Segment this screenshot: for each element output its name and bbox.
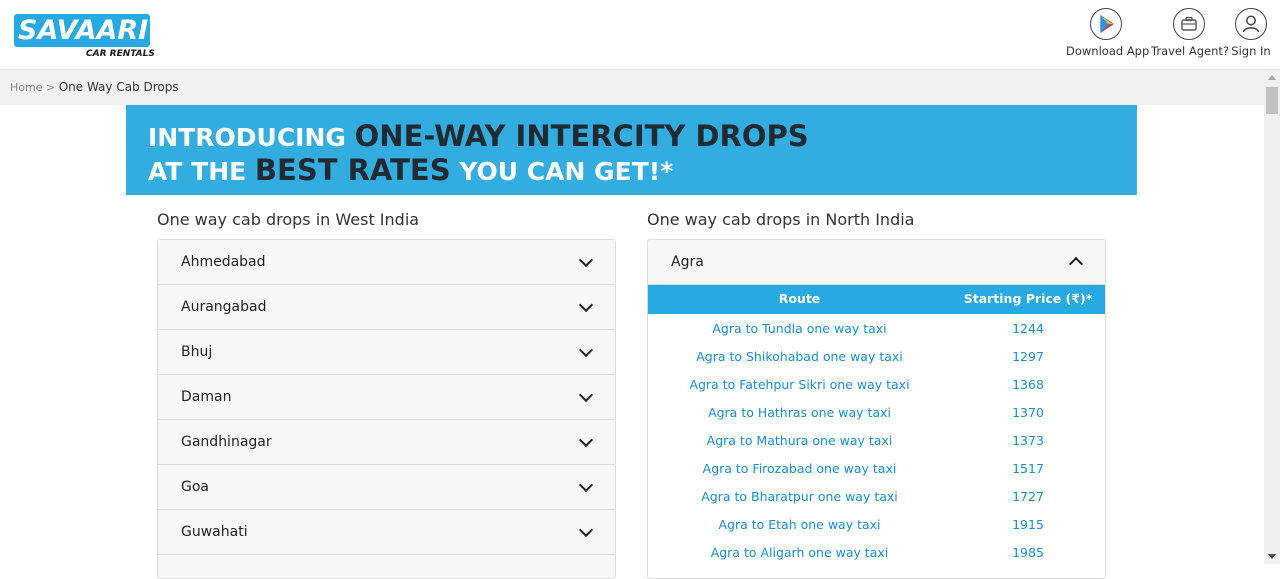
banner-text: INTRODUCING [148, 123, 355, 152]
city-name: Ahmedabad [181, 254, 266, 270]
accordion-item-ahmedabad[interactable]: Ahmedabad [158, 240, 615, 285]
table-row: Agra to Fatehpur Sikri one way taxi 1368 [648, 370, 1105, 398]
download-app-button[interactable]: Download App [1066, 8, 1150, 64]
breadcrumb-current: One Way Cab Drops [58, 80, 179, 94]
route-link[interactable]: Agra to Aligarh one way taxi [648, 545, 951, 560]
column-header-price: Starting Price (₹)* [963, 291, 1093, 306]
banner-line-1: INTRODUCING ONE-WAY INTERCITY DROPS [148, 119, 809, 153]
sign-in-button[interactable]: Sign In [1230, 8, 1272, 64]
north-india-title: One way cab drops in North India [647, 210, 915, 229]
chevron-down-icon [578, 387, 594, 403]
sign-in-label: Sign In [1231, 44, 1271, 58]
route-price: 1727 [1012, 489, 1044, 504]
route-link[interactable]: Agra to Fatehpur Sikri one way taxi [648, 377, 951, 392]
route-price: 1915 [1012, 517, 1044, 532]
route-price: 1517 [1012, 461, 1044, 476]
banner-text: YOU CAN GET!* [450, 157, 674, 186]
accordion-item-gandhinagar[interactable]: Gandhinagar [158, 420, 615, 465]
travel-agent-button[interactable]: Travel Agent? [1151, 8, 1229, 64]
route-link[interactable]: Agra to Tundla one way taxi [648, 321, 951, 336]
play-store-icon [1090, 8, 1122, 40]
user-icon [1235, 8, 1267, 40]
route-price: 1368 [1012, 377, 1044, 392]
banner-highlight: BEST RATES [254, 153, 451, 187]
table-row: Agra to Firozabad one way taxi 1517 [648, 454, 1105, 482]
table-row: Agra to Tundla one way taxi 1244 [648, 314, 1105, 342]
breadcrumb-separator: > [45, 81, 56, 94]
route-price: 1985 [1012, 545, 1044, 560]
table-row: Agra to Shikohabad one way taxi 1297 [648, 342, 1105, 370]
accordion-item-goa[interactable]: Goa [158, 465, 615, 510]
city-name: Daman [181, 389, 232, 405]
chevron-down-icon [578, 522, 594, 538]
table-row: Agra to Aligarh one way taxi 1985 [648, 538, 1105, 566]
chevron-down-icon [578, 342, 594, 358]
route-link[interactable]: Agra to Shikohabad one way taxi [648, 349, 951, 364]
city-name: Guwahati [181, 524, 248, 540]
city-name: Goa [181, 479, 209, 495]
route-link[interactable]: Agra to Hathras one way taxi [648, 405, 951, 420]
route-link[interactable]: Agra to Etah one way taxi [648, 517, 951, 532]
chevron-down-icon [578, 477, 594, 493]
scroll-up-arrow-icon[interactable] [1268, 75, 1276, 80]
banner-text: AT THE [148, 157, 255, 186]
route-table-header: Route Starting Price (₹)* [648, 285, 1105, 314]
accordion-item-agra[interactable]: Agra [648, 240, 1105, 285]
route-link[interactable]: Agra to Mathura one way taxi [648, 433, 951, 448]
breadcrumb: Home > One Way Cab Drops [0, 70, 1264, 105]
table-row: Agra to Mathura one way taxi 1373 [648, 426, 1105, 454]
scroll-down-arrow-icon[interactable] [1268, 554, 1276, 559]
route-price: 1244 [1012, 321, 1044, 336]
site-header: SAVAARI CAR RENTALS Download App Travel … [0, 0, 1280, 70]
route-price: 1297 [1012, 349, 1044, 364]
promo-banner: INTRODUCING ONE-WAY INTERCITY DROPS AT T… [126, 105, 1137, 195]
accordion-item-bhuj[interactable]: Bhuj [158, 330, 615, 375]
table-row: Agra to Etah one way taxi 1915 [648, 510, 1105, 538]
travel-agent-label: Travel Agent? [1151, 44, 1229, 58]
logo-wordmark: SAVAARI [14, 14, 150, 47]
table-row: Agra to Hathras one way taxi 1370 [648, 398, 1105, 426]
banner-line-2: AT THE BEST RATES YOU CAN GET!* [148, 153, 673, 187]
banner-highlight: ONE-WAY INTERCITY DROPS [354, 119, 809, 153]
chevron-down-icon [578, 252, 594, 268]
chevron-down-icon [578, 432, 594, 448]
column-header-route: Route [778, 291, 821, 306]
west-india-title: One way cab drops in West India [157, 210, 420, 229]
accordion-item-guwahati[interactable]: Guwahati [158, 510, 615, 555]
route-link[interactable]: Agra to Bharatpur one way taxi [648, 489, 951, 504]
accordion-item-daman[interactable]: Daman [158, 375, 615, 420]
chevron-down-icon [578, 297, 594, 313]
city-name: Aurangabad [181, 299, 267, 315]
chevron-up-icon [1068, 256, 1084, 272]
city-name: Agra [671, 254, 704, 270]
city-name: Bhuj [181, 344, 213, 360]
scrollbar-thumb[interactable] [1266, 87, 1278, 114]
north-city-accordion: Agra Route Starting Price (₹)* Agra to T… [647, 239, 1106, 579]
route-price: 1370 [1012, 405, 1044, 420]
route-price: 1373 [1012, 433, 1044, 448]
table-row: Agra to Bharatpur one way taxi 1727 [648, 482, 1105, 510]
route-link[interactable]: Agra to Firozabad one way taxi [648, 461, 951, 476]
page-scrollbar[interactable] [1264, 70, 1280, 564]
savaari-logo[interactable]: SAVAARI CAR RENTALS [14, 14, 155, 60]
city-name: Gandhinagar [181, 434, 272, 450]
accordion-item-aurangabad[interactable]: Aurangabad [158, 285, 615, 330]
west-city-accordion: Ahmedabad Aurangabad Bhuj Daman Gandhina… [157, 239, 616, 579]
briefcase-icon [1173, 8, 1205, 40]
logo-subtitle: CAR RENTALS [86, 49, 155, 59]
breadcrumb-home-link[interactable]: Home [10, 81, 42, 94]
download-app-label: Download App [1066, 44, 1150, 58]
